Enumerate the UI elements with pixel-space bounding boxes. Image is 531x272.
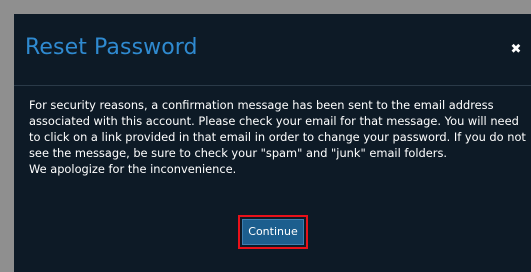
dialog-title: Reset Password <box>25 35 198 60</box>
close-icon[interactable]: ✖ <box>509 42 523 56</box>
reset-password-dialog: Reset Password ✖ For security reasons, a… <box>14 14 531 272</box>
dialog-header: Reset Password ✖ <box>14 14 531 86</box>
continue-button[interactable]: Continue <box>242 219 304 245</box>
continue-button-highlight: Continue <box>238 215 308 249</box>
dialog-body: For security reasons, a confirmation mes… <box>29 97 531 177</box>
apology-message: We apologize for the inconvenience. <box>29 162 237 176</box>
confirmation-message: For security reasons, a confirmation mes… <box>29 98 526 160</box>
